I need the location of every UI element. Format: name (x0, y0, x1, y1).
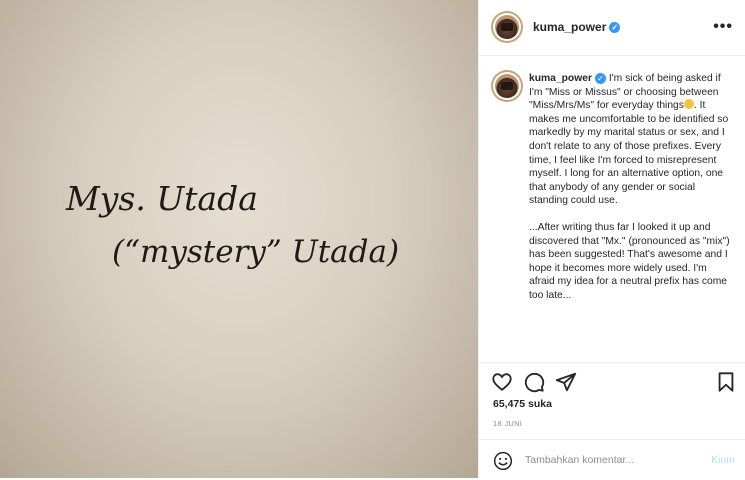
verified-badge-icon: ✓ (594, 72, 606, 84)
caption-text-p2: ...After writing thus far I looked it up… (529, 221, 730, 301)
author-avatar[interactable] (493, 13, 521, 41)
post-comment-button[interactable]: Kirim (711, 454, 735, 466)
photo-text-line1: Mys. Utada (65, 179, 258, 218)
more-options-icon[interactable]: ••• (713, 18, 733, 36)
post-date[interactable]: 18 JUNI (493, 419, 522, 428)
comment-icon[interactable] (523, 371, 545, 393)
post-header: kuma_power ✓ ••• (479, 0, 745, 56)
verified-badge-icon: ✓ (609, 22, 621, 34)
smile-icon[interactable] (493, 451, 513, 471)
share-icon[interactable] (555, 371, 577, 393)
emoji-icon (683, 99, 694, 110)
comment-bar: Tambahkan komentar... Kirim (479, 439, 745, 480)
caption: kuma_power ✓ I'm sick of being asked if I… (529, 72, 735, 303)
post-photo: Mys. Utada (“mystery” Utada) (0, 0, 478, 478)
like-count[interactable]: 65,475 suka (493, 398, 552, 410)
caption-username-link[interactable]: kuma_power (529, 73, 592, 84)
bookmark-icon[interactable] (715, 371, 737, 393)
photo-text-line2: (“mystery” Utada) (112, 234, 399, 270)
heart-icon[interactable] (491, 371, 513, 393)
post-actions: 65,475 suka 18 JUNI Tambahkan komentar..… (479, 362, 745, 479)
handwritten-note: Mys. Utada (“mystery” Utada) (65, 179, 399, 270)
caption-text-p1-end: . It makes me uncomfortable to be identi… (529, 100, 729, 207)
post-side-panel: kuma_power ✓ ••• kuma_power ✓ I'm sick of … (478, 0, 745, 478)
instagram-post: Mys. Utada (“mystery” Utada) kuma_power ✓… (0, 0, 745, 478)
caption-area: kuma_power ✓ I'm sick of being asked if I… (479, 56, 745, 362)
comment-input[interactable]: Tambahkan komentar... (525, 454, 634, 466)
caption-avatar[interactable] (493, 72, 521, 100)
author-username-link[interactable]: kuma_power ✓ (533, 20, 621, 34)
